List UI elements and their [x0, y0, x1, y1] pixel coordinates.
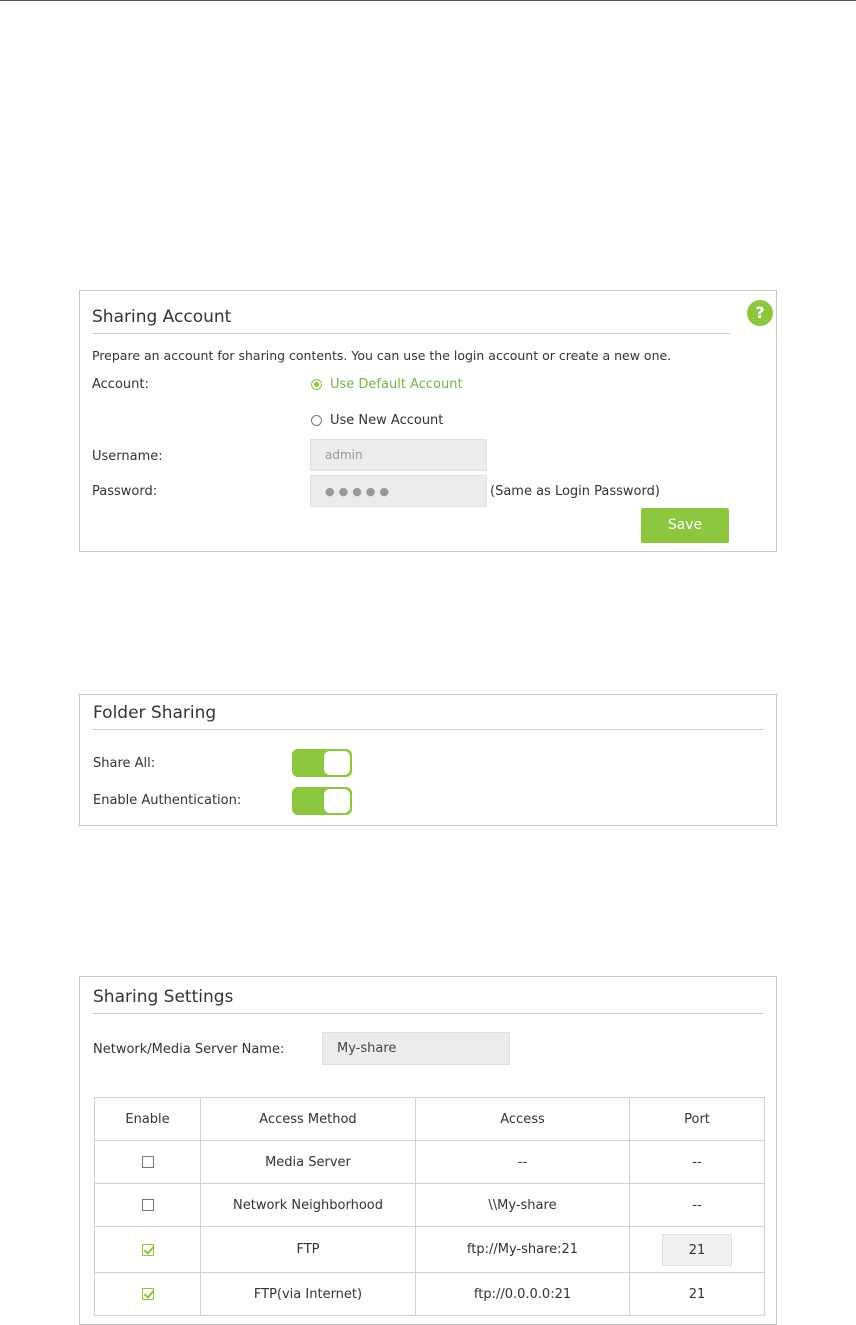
enable-cell [94, 1226, 201, 1273]
server-name-field[interactable]: My-share [322, 1032, 510, 1065]
port-cell: 21 [629, 1272, 765, 1316]
access-cell: \\My-share [415, 1183, 630, 1227]
help-icon[interactable]: ? [747, 300, 773, 326]
folder-sharing-panel: Folder Sharing Share All: Enable Authent… [79, 694, 777, 826]
access-method-cell: Network Neighborhood [200, 1183, 416, 1227]
access-method-cell: FTP [200, 1226, 416, 1273]
username-label: Username: [92, 449, 163, 464]
share-all-toggle-knob [324, 751, 350, 775]
sharing-settings-title-rule [92, 1013, 764, 1014]
table-header-row: Enable Access Method Access Port [94, 1097, 765, 1141]
username-field[interactable]: admin [310, 439, 487, 471]
port-cell: -- [629, 1140, 765, 1184]
table-row: Network Neighborhood \\My-share -- [94, 1183, 765, 1227]
sharing-account-description: Prepare an account for sharing contents.… [92, 348, 672, 363]
port-cell: -- [629, 1183, 765, 1227]
save-button[interactable]: Save [641, 508, 729, 543]
access-method-cell: FTP(via Internet) [200, 1272, 416, 1316]
radio-use-new-account[interactable] [311, 415, 322, 426]
enable-checkbox-ftp[interactable] [141, 1243, 154, 1256]
column-header-port: Port [629, 1097, 765, 1141]
table-row: FTP ftp://My-share:21 21 [94, 1226, 765, 1273]
account-label: Account: [92, 377, 149, 392]
share-all-toggle[interactable] [292, 749, 352, 777]
column-header-access: Access [415, 1097, 630, 1141]
column-header-access-method: Access Method [200, 1097, 416, 1141]
column-header-enable: Enable [94, 1097, 201, 1141]
access-cell: -- [415, 1140, 630, 1184]
port-cell: 21 [629, 1226, 765, 1273]
table-row: Media Server -- -- [94, 1140, 765, 1184]
enable-authentication-toggle-knob [324, 789, 350, 813]
access-cell: ftp://0.0.0.0:21 [415, 1272, 630, 1316]
enable-checkbox-network-neighborhood[interactable] [141, 1199, 154, 1211]
sharing-account-title-rule [92, 333, 730, 334]
password-field[interactable]: ●●●●● [310, 475, 487, 507]
table-row: FTP(via Internet) ftp://0.0.0.0:21 21 [94, 1272, 765, 1316]
sharing-settings-panel: Sharing Settings Network/Media Server Na… [79, 976, 777, 1325]
access-cell: ftp://My-share:21 [415, 1226, 630, 1273]
sharing-account-title: Sharing Account [92, 307, 232, 327]
option-use-default-account[interactable]: Use Default Account [330, 377, 463, 392]
enable-cell [94, 1272, 201, 1316]
enable-checkbox-media-server[interactable] [141, 1156, 154, 1168]
share-all-label: Share All: [93, 756, 156, 771]
folder-sharing-title-rule [92, 729, 764, 730]
radio-use-default-account[interactable] [311, 379, 322, 390]
sharing-account-panel: Sharing Account ? Prepare an account for… [79, 290, 777, 552]
enable-authentication-toggle[interactable] [292, 787, 352, 815]
enable-cell [94, 1140, 201, 1184]
page-top-rule [0, 0, 856, 1]
sharing-settings-title: Sharing Settings [93, 987, 234, 1007]
option-use-new-account[interactable]: Use New Account [330, 413, 443, 428]
enable-checkbox-ftp-via-internet[interactable] [141, 1288, 154, 1300]
folder-sharing-title: Folder Sharing [93, 703, 217, 723]
access-methods-table: Enable Access Method Access Port Media S… [94, 1097, 765, 1316]
password-label: Password: [92, 484, 158, 499]
server-name-label: Network/Media Server Name: [93, 1042, 285, 1057]
access-method-cell: Media Server [200, 1140, 416, 1184]
enable-cell [94, 1183, 201, 1227]
ftp-port-field[interactable]: 21 [662, 1233, 732, 1266]
enable-authentication-label: Enable Authentication: [93, 793, 242, 808]
password-note: (Same as Login Password) [490, 484, 660, 499]
